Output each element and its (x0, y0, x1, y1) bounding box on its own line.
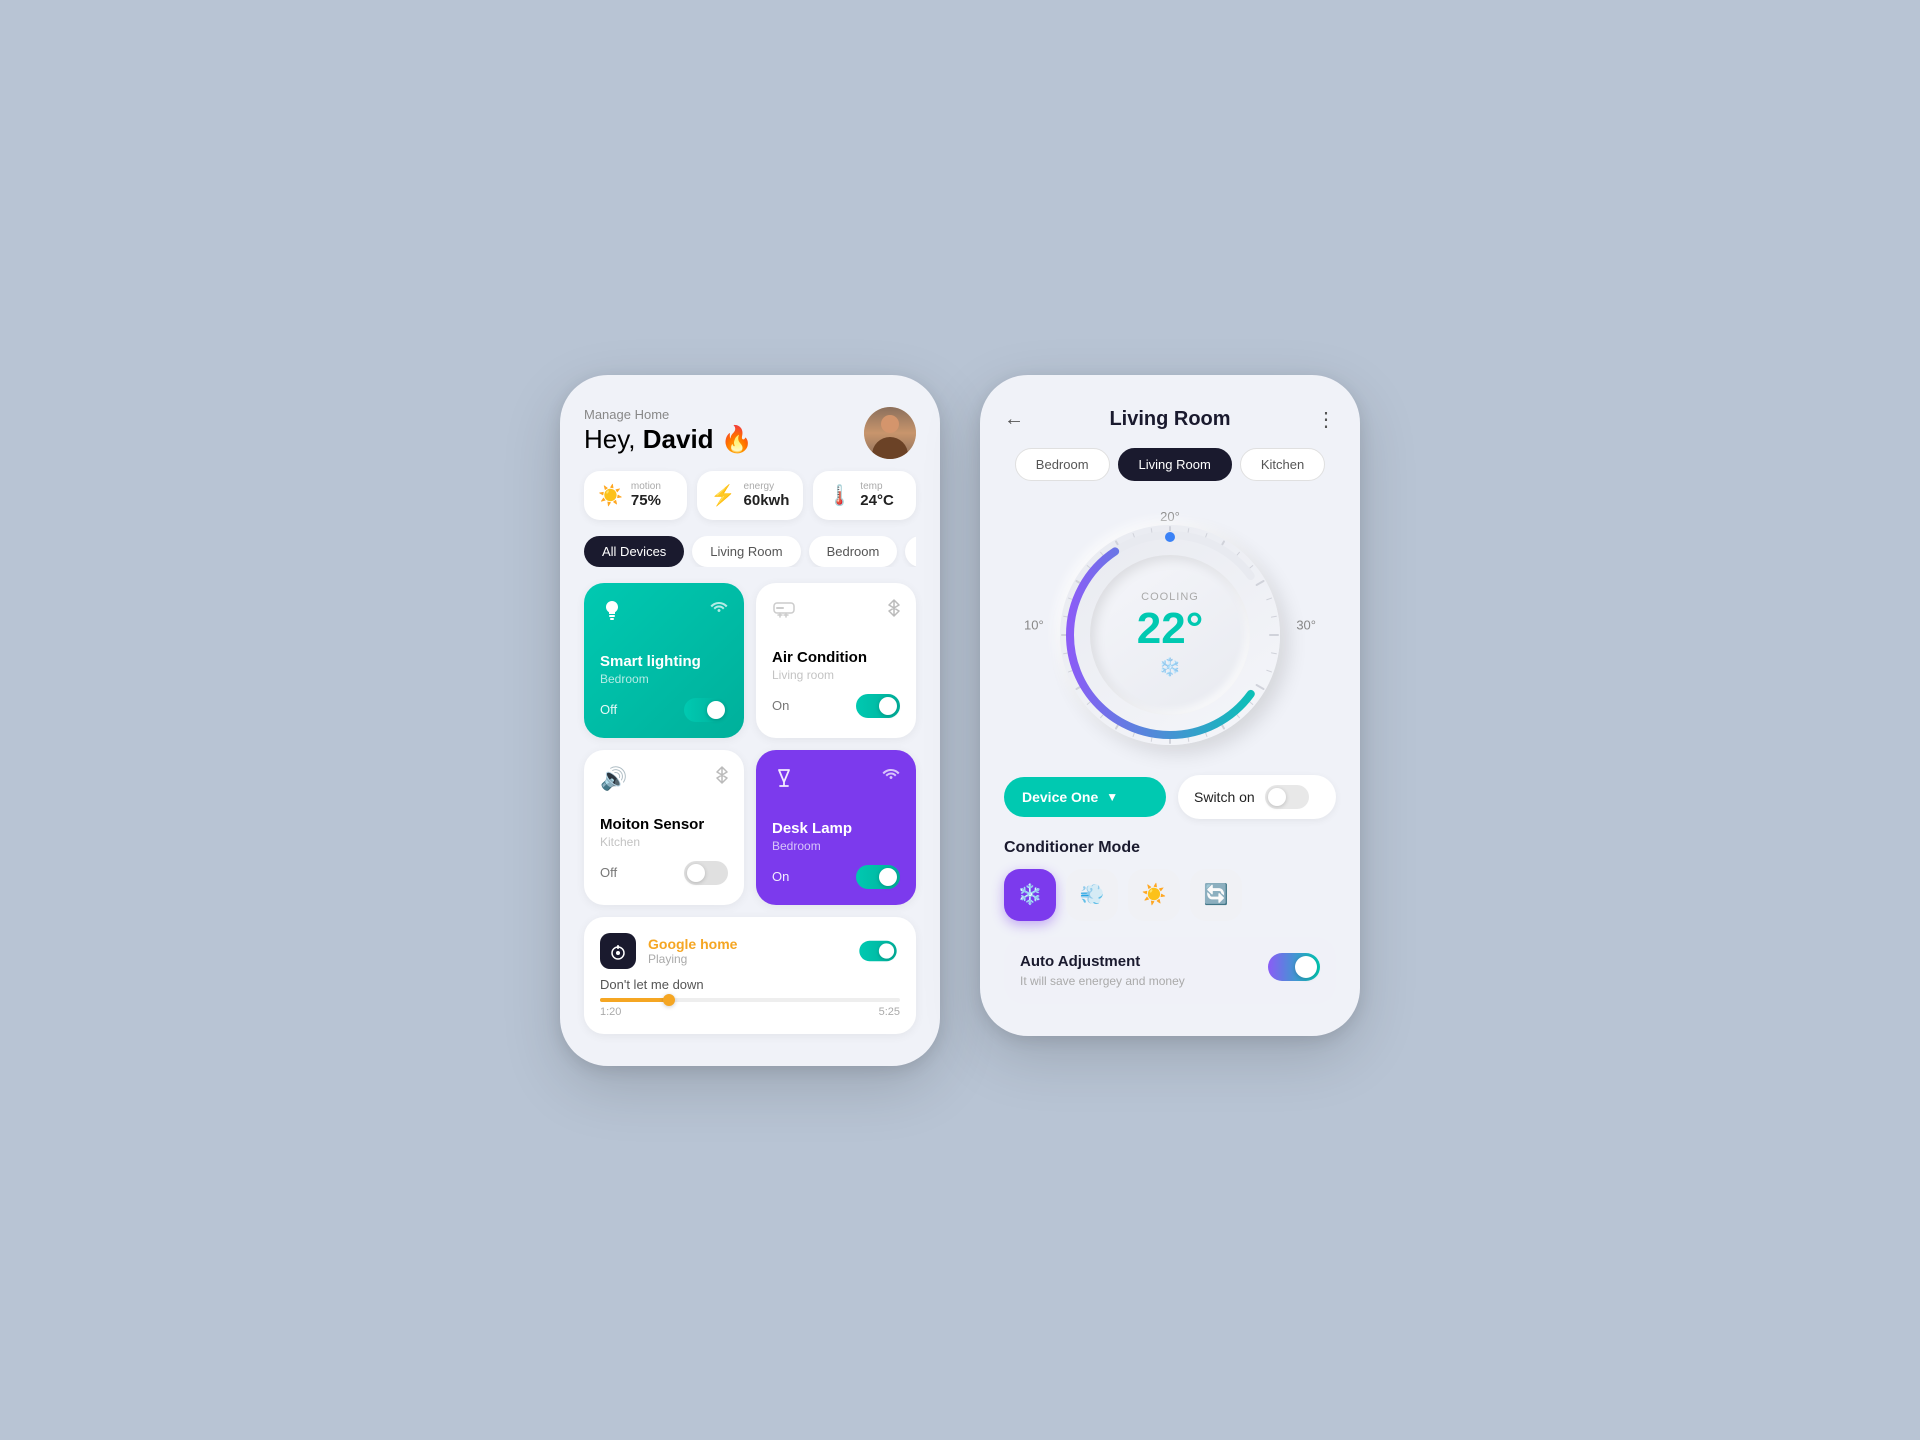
phones-container: Manage Home Hey, David 🔥 ☀️ motion 75% ⚡… (560, 375, 1360, 1066)
device-0-name: Smart lighting (600, 653, 728, 670)
tab-living-room[interactable]: Living Room (692, 536, 800, 567)
device-0-toggle[interactable] (684, 698, 728, 722)
device-3-status: On (772, 869, 789, 884)
device-air-condition[interactable]: Air Condition Living room On (756, 583, 916, 738)
lighting-icon (600, 599, 624, 629)
room-tab-kitchen[interactable]: Kitchen (1240, 448, 1325, 481)
device-2-toggle[interactable] (684, 861, 728, 885)
device-0-room: Bedroom (600, 672, 728, 686)
mode-sun-button[interactable]: ☀️ (1128, 869, 1180, 921)
device-1-room: Living room (772, 668, 900, 682)
phone-living-room: ← Living Room ⋮ Bedroom Living Room Kitc… (980, 375, 1360, 1036)
room-tab-living-room[interactable]: Living Room (1118, 448, 1232, 481)
auto-adjustment-card: Auto Adjustment It will save energey and… (1004, 937, 1336, 1004)
temperature-value: 22° (1137, 607, 1204, 651)
time-total: 5:25 (879, 1006, 900, 1018)
conditioner-section: Conditioner Mode ❄️ 💨 ☀️ 🔄 (1004, 839, 1336, 921)
switch-on-row: Switch on (1178, 775, 1336, 819)
temp-value: 24°C (860, 492, 894, 509)
energy-icon: ⚡ (711, 483, 736, 508)
device-selector-label: Device One (1022, 789, 1098, 805)
wifi-icon-lamp (882, 766, 900, 785)
thermostat-inner: COOLING 22° ❄️ (1090, 555, 1250, 715)
cooling-label: COOLING (1141, 591, 1199, 603)
time-current: 1:20 (600, 1006, 621, 1018)
google-home-toggle[interactable] (859, 940, 896, 960)
mode-cycle-button[interactable]: 🔄 (1190, 869, 1242, 921)
auto-description: It will save energey and money (1020, 974, 1185, 988)
phone2-header: ← Living Room ⋮ (1004, 407, 1336, 432)
tab-bedroom[interactable]: Bedroom (809, 536, 898, 567)
google-brand2: home (700, 936, 737, 952)
auto-title: Auto Adjustment (1020, 953, 1185, 970)
stats-row: ☀️ motion 75% ⚡ energy 60kwh 🌡️ temp 24°… (584, 471, 916, 520)
google-brand1: Google (648, 936, 696, 952)
device-selector-button[interactable]: Device One ▼ (1004, 777, 1166, 817)
device-motion-sensor[interactable]: 🔊 Moiton Sensor Kitchen Off (584, 750, 744, 905)
manage-home-label: Manage Home (584, 407, 916, 422)
conditioner-section-title: Conditioner Mode (1004, 839, 1336, 857)
device-selector-row: Device One ▼ Switch on (1004, 775, 1336, 819)
motion-label: motion (631, 481, 661, 492)
phone2-title: Living Room (1109, 408, 1230, 431)
bt-icon-ac (888, 599, 900, 622)
device-1-name: Air Condition (772, 649, 900, 666)
snowflake-icon: ❄️ (1159, 657, 1181, 678)
ac-icon (772, 599, 796, 625)
progress-knob[interactable] (663, 994, 675, 1006)
device-smart-lighting[interactable]: Smart lighting Bedroom Off (584, 583, 744, 738)
motion-icon: ☀️ (598, 483, 623, 508)
progress-times: 1:20 5:25 (600, 1006, 900, 1018)
tab-all-devices[interactable]: All Devices (584, 536, 684, 567)
energy-label: energy (744, 481, 790, 492)
chevron-down-icon: ▼ (1106, 790, 1118, 804)
mode-cool-button[interactable]: ❄️ (1004, 869, 1056, 921)
motion-sensor-icon: 🔊 (600, 766, 627, 792)
mode-wind-button[interactable]: 💨 (1066, 869, 1118, 921)
temp-left: 10° (1024, 617, 1044, 632)
switch-label: Switch on (1194, 789, 1255, 805)
thermostat[interactable]: // We'll generate ticks in the main scri… (1060, 525, 1280, 745)
avatar[interactable] (864, 407, 916, 459)
room-tab-bedroom[interactable]: Bedroom (1015, 448, 1110, 481)
google-home-card: Google home Playing Don't let me down 1:… (584, 917, 916, 1034)
stat-temp: 🌡️ temp 24°C (813, 471, 916, 520)
room-tabs: Bedroom Living Room Kitchen (1004, 448, 1336, 481)
bt-icon-motion (716, 766, 728, 789)
stat-motion: ☀️ motion 75% (584, 471, 687, 520)
device-desk-lamp[interactable]: Desk Lamp Bedroom On (756, 750, 916, 905)
back-button[interactable]: ← (1004, 408, 1024, 431)
device-3-toggle[interactable] (856, 865, 900, 889)
google-playing: Playing (648, 952, 737, 966)
device-1-status: On (772, 698, 789, 713)
energy-value: 60kwh (744, 492, 790, 509)
filter-tabs: All Devices Living Room Bedroom K... (584, 536, 916, 567)
wifi-icon (710, 599, 728, 618)
more-button[interactable]: ⋮ (1316, 407, 1336, 432)
temp-right: 30° (1296, 617, 1316, 632)
device-2-room: Kitchen (600, 835, 728, 849)
switch-on-toggle[interactable] (1265, 785, 1309, 809)
device-2-name: Moiton Sensor (600, 816, 728, 833)
progress-bar[interactable] (600, 998, 900, 1002)
google-home-logo (600, 933, 636, 969)
auto-adjustment-toggle[interactable] (1268, 953, 1320, 981)
device-1-toggle[interactable] (856, 694, 900, 718)
device-3-name: Desk Lamp (772, 820, 900, 837)
desk-lamp-icon (772, 766, 796, 796)
temp-label: temp (860, 481, 894, 492)
device-3-room: Bedroom (772, 839, 900, 853)
tab-kitchen[interactable]: K... (905, 536, 916, 567)
temp-icon: 🌡️ (827, 483, 852, 508)
device-2-status: Off (600, 865, 617, 880)
device-0-status: Off (600, 702, 617, 717)
mode-buttons: ❄️ 💨 ☀️ 🔄 (1004, 869, 1336, 921)
stat-energy: ⚡ energy 60kwh (697, 471, 804, 520)
phone-home: Manage Home Hey, David 🔥 ☀️ motion 75% ⚡… (560, 375, 940, 1066)
device-grid: Smart lighting Bedroom Off (584, 583, 916, 905)
progress-fill (600, 998, 669, 1002)
motion-value: 75% (631, 492, 661, 509)
google-song: Don't let me down (600, 977, 900, 992)
